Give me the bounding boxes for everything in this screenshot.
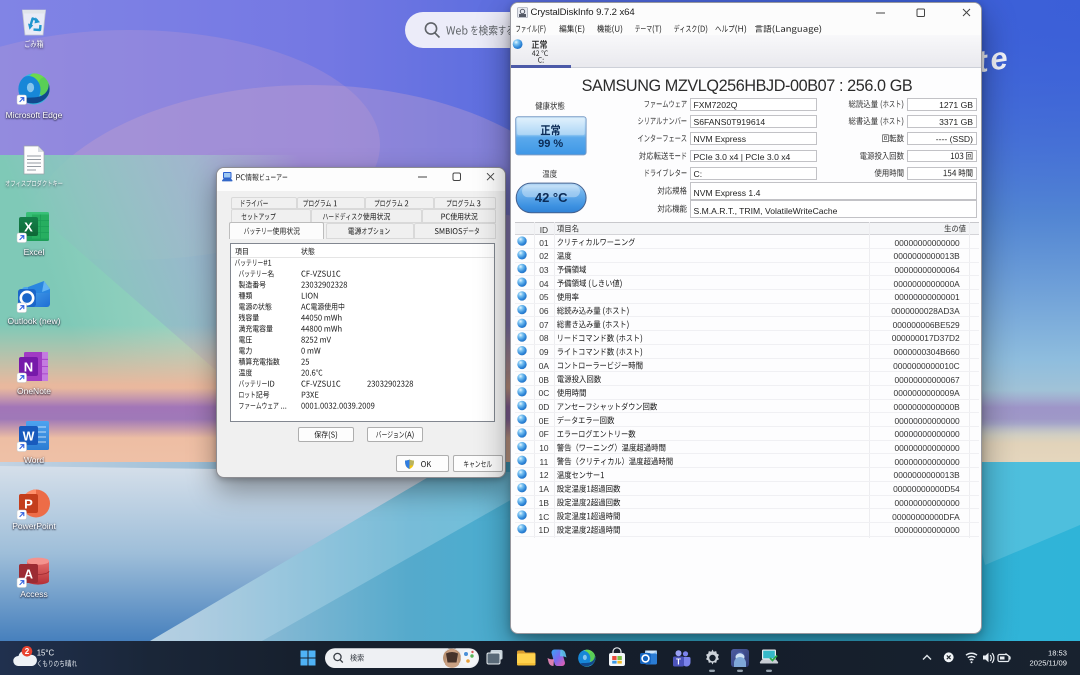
- svg-text:18:53: 18:53: [1048, 649, 1067, 658]
- svg-text:2: 2: [25, 647, 30, 656]
- svg-text:T: T: [676, 658, 681, 667]
- svg-text:15°C: 15°C: [37, 648, 55, 657]
- svg-text:2025/11/09: 2025/11/09: [1030, 659, 1067, 668]
- svg-text:W: W: [23, 430, 35, 444]
- svg-text:N: N: [24, 360, 33, 375]
- svg-text:P: P: [24, 497, 33, 512]
- svg-text:X: X: [24, 220, 33, 235]
